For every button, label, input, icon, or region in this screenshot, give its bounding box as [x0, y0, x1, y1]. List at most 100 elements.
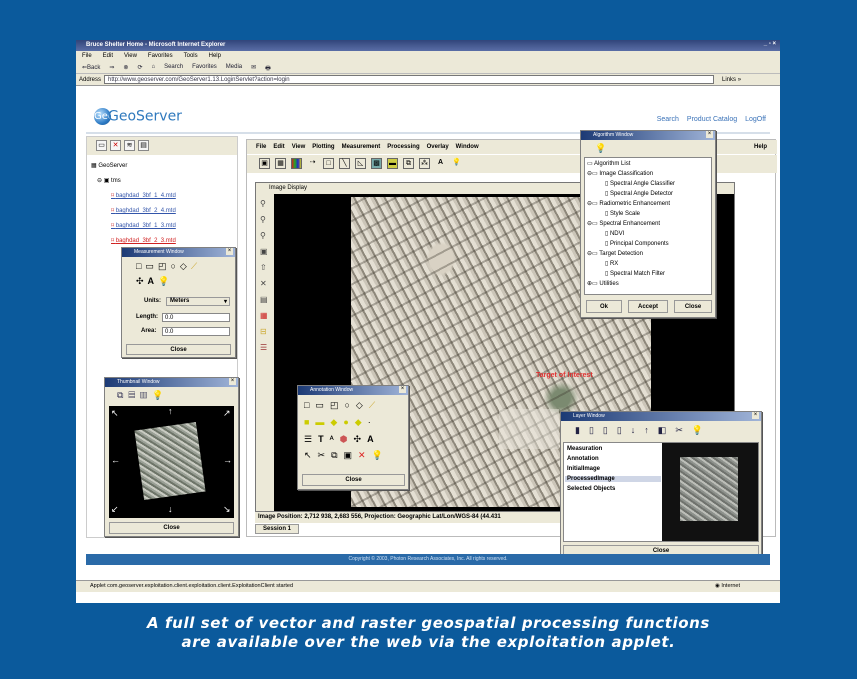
- algorithm-row[interactable]: ▯ NDVI: [605, 230, 624, 237]
- search-link[interactable]: Search: [657, 116, 679, 123]
- annotation-tools-row1[interactable]: □▭◰○◇⟋: [304, 400, 381, 411]
- tree-item-selected[interactable]: ⌑ baghdad_3bf_2_3.mtd: [111, 237, 176, 244]
- line-icon[interactable]: ╲: [339, 158, 350, 169]
- address-input[interactable]: http://www.geoserver.com/GeoServer1.13.L…: [104, 75, 715, 84]
- thumbnail-close-button[interactable]: Close: [109, 522, 234, 534]
- applet-menu-overlay[interactable]: Overlay: [427, 144, 449, 154]
- layer-item-selected[interactable]: ProcessedImage: [565, 476, 661, 482]
- palette-icon[interactable]: ▦: [260, 311, 274, 320]
- text-icon[interactable]: A: [435, 158, 446, 169]
- favorites-button[interactable]: Favorites: [192, 64, 217, 73]
- menu-view[interactable]: View: [124, 53, 137, 62]
- delete-icon[interactable]: ✕: [110, 140, 121, 151]
- length-field[interactable]: 0.0: [162, 313, 230, 322]
- forward-button[interactable]: ⇒: [109, 64, 114, 73]
- algorithm-row[interactable]: ▭ Algorithm List: [587, 160, 630, 167]
- mail-icon[interactable]: ✉: [251, 64, 256, 73]
- tree-item[interactable]: ⌑ baghdad_3bf_1_4.mtd: [111, 192, 176, 199]
- units-select[interactable]: Meters ▾: [166, 297, 230, 306]
- measurement-close-button[interactable]: Close: [126, 344, 231, 355]
- product-catalog-link[interactable]: Product Catalog: [687, 116, 737, 123]
- annotation-close-button[interactable]: Close: [302, 474, 405, 486]
- histogram-icon[interactable]: ☰: [260, 343, 274, 352]
- refresh-button[interactable]: ⟳: [137, 64, 142, 73]
- grid-icon[interactable]: ▦: [275, 158, 286, 169]
- algorithm-row[interactable]: ▯ Spectral Angle Detector: [605, 190, 673, 197]
- rectangle-icon[interactable]: □: [323, 158, 334, 169]
- links-label[interactable]: Links »: [722, 77, 741, 83]
- thumbnail-view[interactable]: ↑ ↓ ← → ↖ ↗ ↙ ↘: [109, 406, 234, 518]
- search-button[interactable]: Search: [164, 64, 183, 73]
- logoff-link[interactable]: LogOff: [745, 116, 766, 123]
- help-bulb-icon[interactable]: 💡: [595, 143, 606, 154]
- image-icon[interactable]: ▩: [371, 158, 382, 169]
- window-icon[interactable]: ▭: [96, 140, 107, 151]
- pan-icon[interactable]: ✕: [260, 279, 274, 288]
- frame-icon[interactable]: ▣: [259, 158, 270, 169]
- algorithm-row[interactable]: ▯ RX: [605, 260, 618, 267]
- info-icon[interactable]: ▤: [138, 140, 149, 151]
- menu-edit[interactable]: Edit: [103, 53, 113, 62]
- menu-file[interactable]: File: [82, 53, 92, 62]
- measure-tools-row2[interactable]: ✣A💡: [136, 276, 173, 287]
- tree-folder[interactable]: ⊖ ▣ tms: [97, 177, 121, 184]
- ok-button[interactable]: Ok: [586, 300, 622, 313]
- algorithm-row[interactable]: ▯ Spectral Angle Classifier: [605, 180, 675, 187]
- annotation-tools-row3[interactable]: ☰Tᴬ⬢✣A: [304, 434, 380, 445]
- layers-icon[interactable]: ⧉: [403, 158, 414, 169]
- applet-menu-edit[interactable]: Edit: [273, 144, 284, 154]
- applet-menu-view[interactable]: View: [292, 144, 306, 154]
- lock-icon[interactable]: ⊟: [260, 327, 274, 336]
- display-icon[interactable]: ▤: [260, 295, 274, 304]
- geoserver-logo[interactable]: GeoGeoServer: [94, 108, 182, 125]
- chart-icon[interactable]: ◺: [355, 158, 366, 169]
- layer-item[interactable]: Annotation: [567, 456, 599, 462]
- ruler-icon[interactable]: ▬: [387, 158, 398, 169]
- pan-arrows[interactable]: ↑ ↓ ← → ↖ ↗ ↙ ↘: [109, 406, 234, 518]
- applet-menu-processing[interactable]: Processing: [387, 144, 419, 154]
- tree-item[interactable]: ⌑ baghdad_3bf_2_4.mtd: [111, 207, 176, 214]
- applet-menu-window[interactable]: Window: [456, 144, 479, 154]
- zoom-out-icon[interactable]: ⚲: [260, 215, 274, 224]
- close-icon[interactable]: ×: [752, 412, 759, 419]
- applet-menu-file[interactable]: File: [256, 144, 266, 154]
- annotation-tools-row2[interactable]: ■▬◆●◆·: [304, 417, 377, 428]
- close-icon[interactable]: ×: [399, 386, 406, 393]
- menu-tools[interactable]: Tools: [184, 53, 198, 62]
- algorithm-row[interactable]: ⊖▭ Spectral Enhancement: [587, 220, 660, 227]
- accept-button[interactable]: Accept: [628, 300, 668, 313]
- algorithm-row[interactable]: ⊖▭ Image Classification: [587, 170, 653, 177]
- close-icon[interactable]: ×: [226, 248, 233, 255]
- wand-icon[interactable]: ⁂: [419, 158, 430, 169]
- algorithm-row[interactable]: ▯ Principal Components: [605, 240, 669, 247]
- menu-favorites[interactable]: Favorites: [148, 53, 173, 62]
- session-tab[interactable]: Session 1: [255, 524, 299, 534]
- filter-icon[interactable]: ≋: [124, 140, 135, 151]
- layer-tools[interactable]: ▮▯▯▯↓↑◧✂💡: [575, 425, 712, 436]
- pointer-icon[interactable]: ⇧: [260, 263, 274, 272]
- annotation-tools-row4[interactable]: ↖✂⧉▣✕💡: [304, 450, 389, 461]
- close-icon[interactable]: ×: [706, 131, 713, 138]
- algorithm-row[interactable]: ▯ Style Scale: [605, 210, 640, 217]
- tree-root[interactable]: ▦ GeoServer: [91, 162, 127, 169]
- applet-menu-help[interactable]: Help: [754, 144, 767, 150]
- layer-item[interactable]: InitialImage: [567, 466, 600, 472]
- applet-menu-measurement[interactable]: Measurement: [342, 144, 381, 154]
- save-icon[interactable]: ▣: [260, 247, 274, 256]
- home-button[interactable]: ⌂: [151, 64, 155, 73]
- layer-item[interactable]: Measuration: [567, 446, 602, 452]
- media-button[interactable]: Media: [226, 64, 242, 73]
- measure-tools-row1[interactable]: □▭◰○◇⟋: [136, 261, 201, 272]
- algorithm-row[interactable]: ⊖▭ Radiometric Enhancement: [587, 200, 670, 207]
- algorithm-row[interactable]: ⊖▭ Target Detection: [587, 250, 643, 257]
- area-field[interactable]: 0.0: [162, 327, 230, 336]
- help-bulb-icon[interactable]: 💡: [451, 158, 462, 169]
- zoom-fit-icon[interactable]: ⚲: [260, 231, 274, 240]
- window-controls[interactable]: _ ▫ ×: [764, 41, 776, 47]
- arrow-icon[interactable]: ⇢: [307, 158, 318, 169]
- menu-help[interactable]: Help: [209, 53, 221, 62]
- close-icon[interactable]: ×: [229, 378, 236, 385]
- back-button[interactable]: ⇐Back: [82, 64, 100, 73]
- tree-item[interactable]: ⌑ baghdad_3bf_1_3.mtd: [111, 222, 176, 229]
- applet-menu-plotting[interactable]: Plotting: [312, 144, 334, 154]
